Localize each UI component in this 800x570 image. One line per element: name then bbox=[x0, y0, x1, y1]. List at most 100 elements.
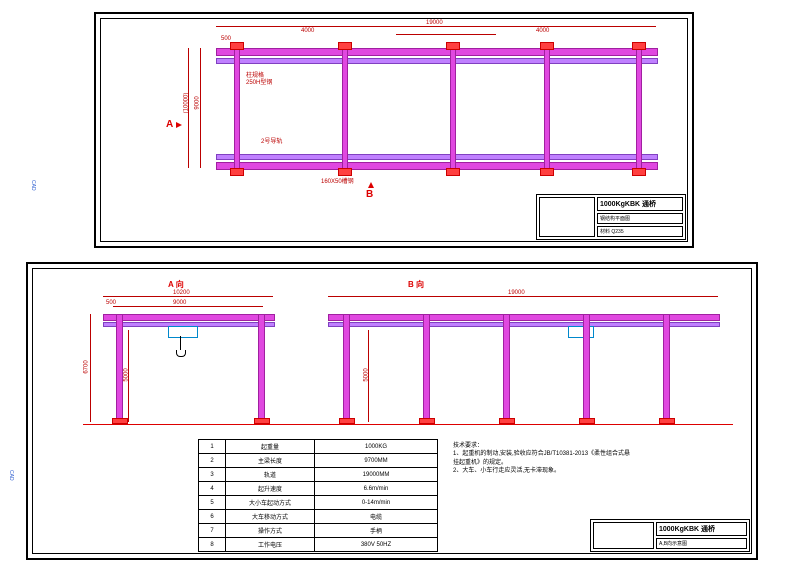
spec-num: 5 bbox=[199, 496, 226, 510]
title-sub: 钢结构平面图 bbox=[597, 213, 683, 224]
hook-icon bbox=[176, 350, 186, 357]
hoist-icon bbox=[568, 326, 594, 338]
column-b bbox=[503, 314, 510, 420]
label-channel-spec: 160X50槽钢 bbox=[321, 176, 354, 185]
spec-value: 1000KG bbox=[315, 440, 438, 454]
column-a2 bbox=[258, 314, 265, 420]
dim-span: 4000 bbox=[301, 28, 314, 34]
title-product: 1000KgKBK 通桥 bbox=[597, 197, 683, 211]
column-base bbox=[338, 42, 352, 50]
column-base bbox=[632, 168, 646, 176]
spec-label: 大小车起动方式 bbox=[226, 496, 315, 510]
spec-row: 5大小车起动方式0-14m/min bbox=[199, 496, 438, 510]
dim-9000: 9000 bbox=[173, 300, 186, 306]
beam-steel-bottom bbox=[216, 154, 658, 160]
spec-num: 3 bbox=[199, 468, 226, 482]
arrow-icon bbox=[176, 122, 182, 128]
spec-row: 4起升速度6.6m/min bbox=[199, 482, 438, 496]
dim-span2: 4000 bbox=[536, 28, 549, 34]
label-steel-spec: 250H型钢 bbox=[246, 77, 272, 86]
spec-label: 轨道 bbox=[226, 468, 315, 482]
spec-value: 380V 50HZ bbox=[315, 538, 438, 552]
rail-top bbox=[216, 48, 658, 56]
spec-value: 电缆 bbox=[315, 510, 438, 524]
spec-label: 起升速度 bbox=[226, 482, 315, 496]
dim-19000b: 19000 bbox=[508, 290, 525, 296]
title-sub: A,B向示意图 bbox=[656, 538, 747, 549]
column-a1 bbox=[116, 314, 123, 420]
spec-label: 大车移动方式 bbox=[226, 510, 315, 524]
cad-watermark: CAD bbox=[30, 180, 36, 191]
label-rail-spec: 2号导轨 bbox=[261, 136, 282, 145]
title-block: 1000KgKBK 通桥 A,B向示意图 bbox=[590, 519, 750, 552]
spec-num: 1 bbox=[199, 440, 226, 454]
spec-label: 操作方式 bbox=[226, 524, 315, 538]
arrow-icon bbox=[368, 182, 374, 188]
dim-total-length: 19000 bbox=[426, 20, 443, 26]
beam-a bbox=[103, 314, 275, 321]
dim-width2: (10000) bbox=[183, 93, 189, 114]
spec-row: 2主梁长度9700MM bbox=[199, 454, 438, 468]
spec-num: 2 bbox=[199, 454, 226, 468]
spec-label: 工作电压 bbox=[226, 538, 315, 552]
column bbox=[450, 48, 456, 170]
dimline bbox=[328, 296, 718, 297]
dim-5000: 5000 bbox=[124, 368, 130, 381]
spec-value: 6.6m/min bbox=[315, 482, 438, 496]
rail-b bbox=[328, 322, 720, 327]
column-base bbox=[446, 42, 460, 50]
dim-10200: 10200 bbox=[173, 290, 190, 296]
spec-value: 0-14m/min bbox=[315, 496, 438, 510]
spec-row: 6大车移动方式电缆 bbox=[199, 510, 438, 524]
section-mark-b: B bbox=[366, 189, 373, 200]
dim-5000b: 5000 bbox=[364, 368, 370, 381]
spec-row: 8工作电压380V 50HZ bbox=[199, 538, 438, 552]
beam-b bbox=[328, 314, 720, 321]
title-product: 1000KgKBK 通桥 bbox=[656, 522, 747, 536]
drawing-sheet-bottom: A 向 B 向 10200 9000 500 6700 5000 19000 5… bbox=[26, 262, 758, 560]
note-line: 挂起重机》的规定。 bbox=[453, 459, 703, 467]
column bbox=[544, 48, 550, 170]
dim-width: 9000 bbox=[195, 96, 201, 109]
cad-watermark: CAD bbox=[8, 470, 14, 481]
dimline bbox=[216, 26, 656, 27]
dimline bbox=[113, 306, 263, 307]
spec-value: 9700MM bbox=[315, 454, 438, 468]
technical-notes: 技术要求： 1、起重机的制动,安装,验收应符合JB/T10381-2013《柔性… bbox=[453, 442, 703, 476]
spec-value: 19000MM bbox=[315, 468, 438, 482]
column-base bbox=[230, 168, 244, 176]
column bbox=[342, 48, 348, 170]
hoist-cable bbox=[180, 336, 181, 350]
spec-value: 手柄 bbox=[315, 524, 438, 538]
column bbox=[636, 48, 642, 170]
notes-title: 技术要求： bbox=[453, 442, 703, 450]
column-base bbox=[446, 168, 460, 176]
column-b bbox=[343, 314, 350, 420]
spec-table: 1起重量1000KG2主梁长度9700MM3轨道19000MM4起升速度6.6m… bbox=[198, 439, 438, 552]
note-line: 2、大车、小车行走应灵活,无卡滞现象。 bbox=[453, 467, 703, 475]
column bbox=[234, 48, 240, 170]
column-base bbox=[230, 42, 244, 50]
spec-label: 起重量 bbox=[226, 440, 315, 454]
column-base bbox=[632, 42, 646, 50]
spec-row: 7操作方式手柄 bbox=[199, 524, 438, 538]
dim-500a: 500 bbox=[106, 300, 116, 306]
section-label-b: B 向 bbox=[408, 279, 424, 290]
title-block: 1000KgKBK 通桥 钢结构平面图 材料 Q235 bbox=[536, 194, 686, 240]
column-b bbox=[663, 314, 670, 420]
column-base bbox=[338, 168, 352, 176]
spec-num: 7 bbox=[199, 524, 226, 538]
spec-row: 1起重量1000KG bbox=[199, 440, 438, 454]
column-base bbox=[540, 42, 554, 50]
hoist-icon bbox=[168, 326, 198, 338]
drawing-sheet-top: 19000 4000 4000 500 9000 (10000) A B 柱规格… bbox=[94, 12, 694, 248]
spec-row: 3轨道19000MM bbox=[199, 468, 438, 482]
spec-num: 8 bbox=[199, 538, 226, 552]
rail-bottom bbox=[216, 162, 658, 170]
column-b bbox=[423, 314, 430, 420]
dim-6700: 6700 bbox=[84, 360, 90, 373]
section-label-a: A 向 bbox=[168, 279, 184, 290]
dimline-v bbox=[90, 314, 91, 422]
spec-num: 6 bbox=[199, 510, 226, 524]
column-base bbox=[540, 168, 554, 176]
